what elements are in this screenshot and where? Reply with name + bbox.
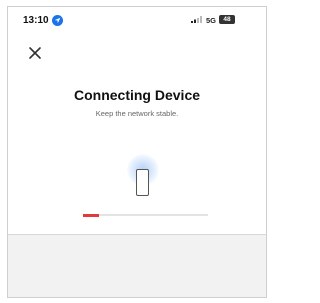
connecting-screen: 13:10 5G 48 Connecting Device Keep the n… — [8, 7, 266, 235]
status-bar: 13:10 5G 48 — [8, 7, 266, 31]
close-button[interactable] — [26, 44, 44, 62]
progress-fill — [83, 213, 100, 217]
page-subtitle: Keep the network stable. — [95, 109, 179, 118]
location-arrow-icon — [52, 15, 63, 26]
cell-signal-icon — [191, 16, 202, 23]
page-title: Connecting Device — [73, 87, 201, 103]
close-icon — [29, 47, 41, 59]
connection-progress-bar — [83, 213, 208, 217]
status-time: 13:10 — [23, 15, 49, 26]
phone-icon — [136, 169, 149, 196]
network-type-label: 5G — [206, 16, 217, 25]
battery-icon: 48 — [219, 15, 235, 24]
app-frame: 13:10 5G 48 Connecting Device Keep the n… — [7, 6, 267, 298]
